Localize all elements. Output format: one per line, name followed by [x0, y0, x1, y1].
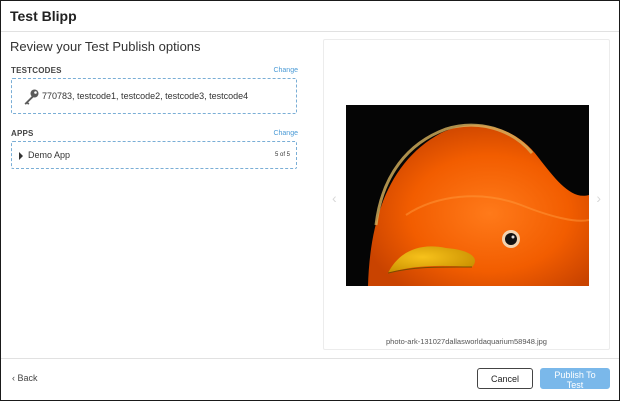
dialog-footer: ‹ Back Cancel Publish To Test	[1, 358, 619, 401]
preview-panel: ‹ › photo-ark-131027dallasworldaquarium5…	[323, 39, 610, 350]
cancel-button[interactable]: Cancel	[477, 368, 533, 389]
expand-caret-icon[interactable]	[19, 152, 23, 160]
dialog-title: Test Blipp	[10, 8, 77, 24]
image-filename: photo-ark-131027dallasworldaquarium58948…	[386, 337, 547, 346]
app-count: 5 of 5	[274, 152, 290, 158]
dialog-header: Test Blipp	[1, 1, 619, 32]
testcodes-change-link[interactable]: Change	[273, 67, 298, 74]
app-name: Demo App	[28, 150, 71, 160]
testcodes-value: 770783, testcode1, testcode2, testcode3,…	[42, 91, 249, 101]
previous-image-arrow[interactable]: ‹	[332, 190, 337, 206]
next-image-arrow[interactable]: ›	[596, 190, 601, 206]
back-button[interactable]: ‹ Back	[12, 373, 38, 383]
apps-label: APPS	[11, 129, 34, 138]
apps-change-link[interactable]: Change	[273, 130, 298, 137]
testcodes-box[interactable]: 770783, testcode1, testcode2, testcode3,…	[11, 78, 297, 114]
testcodes-label: TESTCODES	[11, 66, 62, 75]
preview-image	[346, 105, 589, 286]
app-list-item[interactable]: Demo App 5 of 5	[11, 141, 297, 169]
test-blipp-dialog: Test Blipp Review your Test Publish opti…	[0, 0, 620, 401]
publish-to-test-button[interactable]: Publish To Test	[540, 368, 610, 390]
dialog-subtitle: Review your Test Publish options	[10, 39, 201, 54]
key-icon	[24, 89, 39, 105]
